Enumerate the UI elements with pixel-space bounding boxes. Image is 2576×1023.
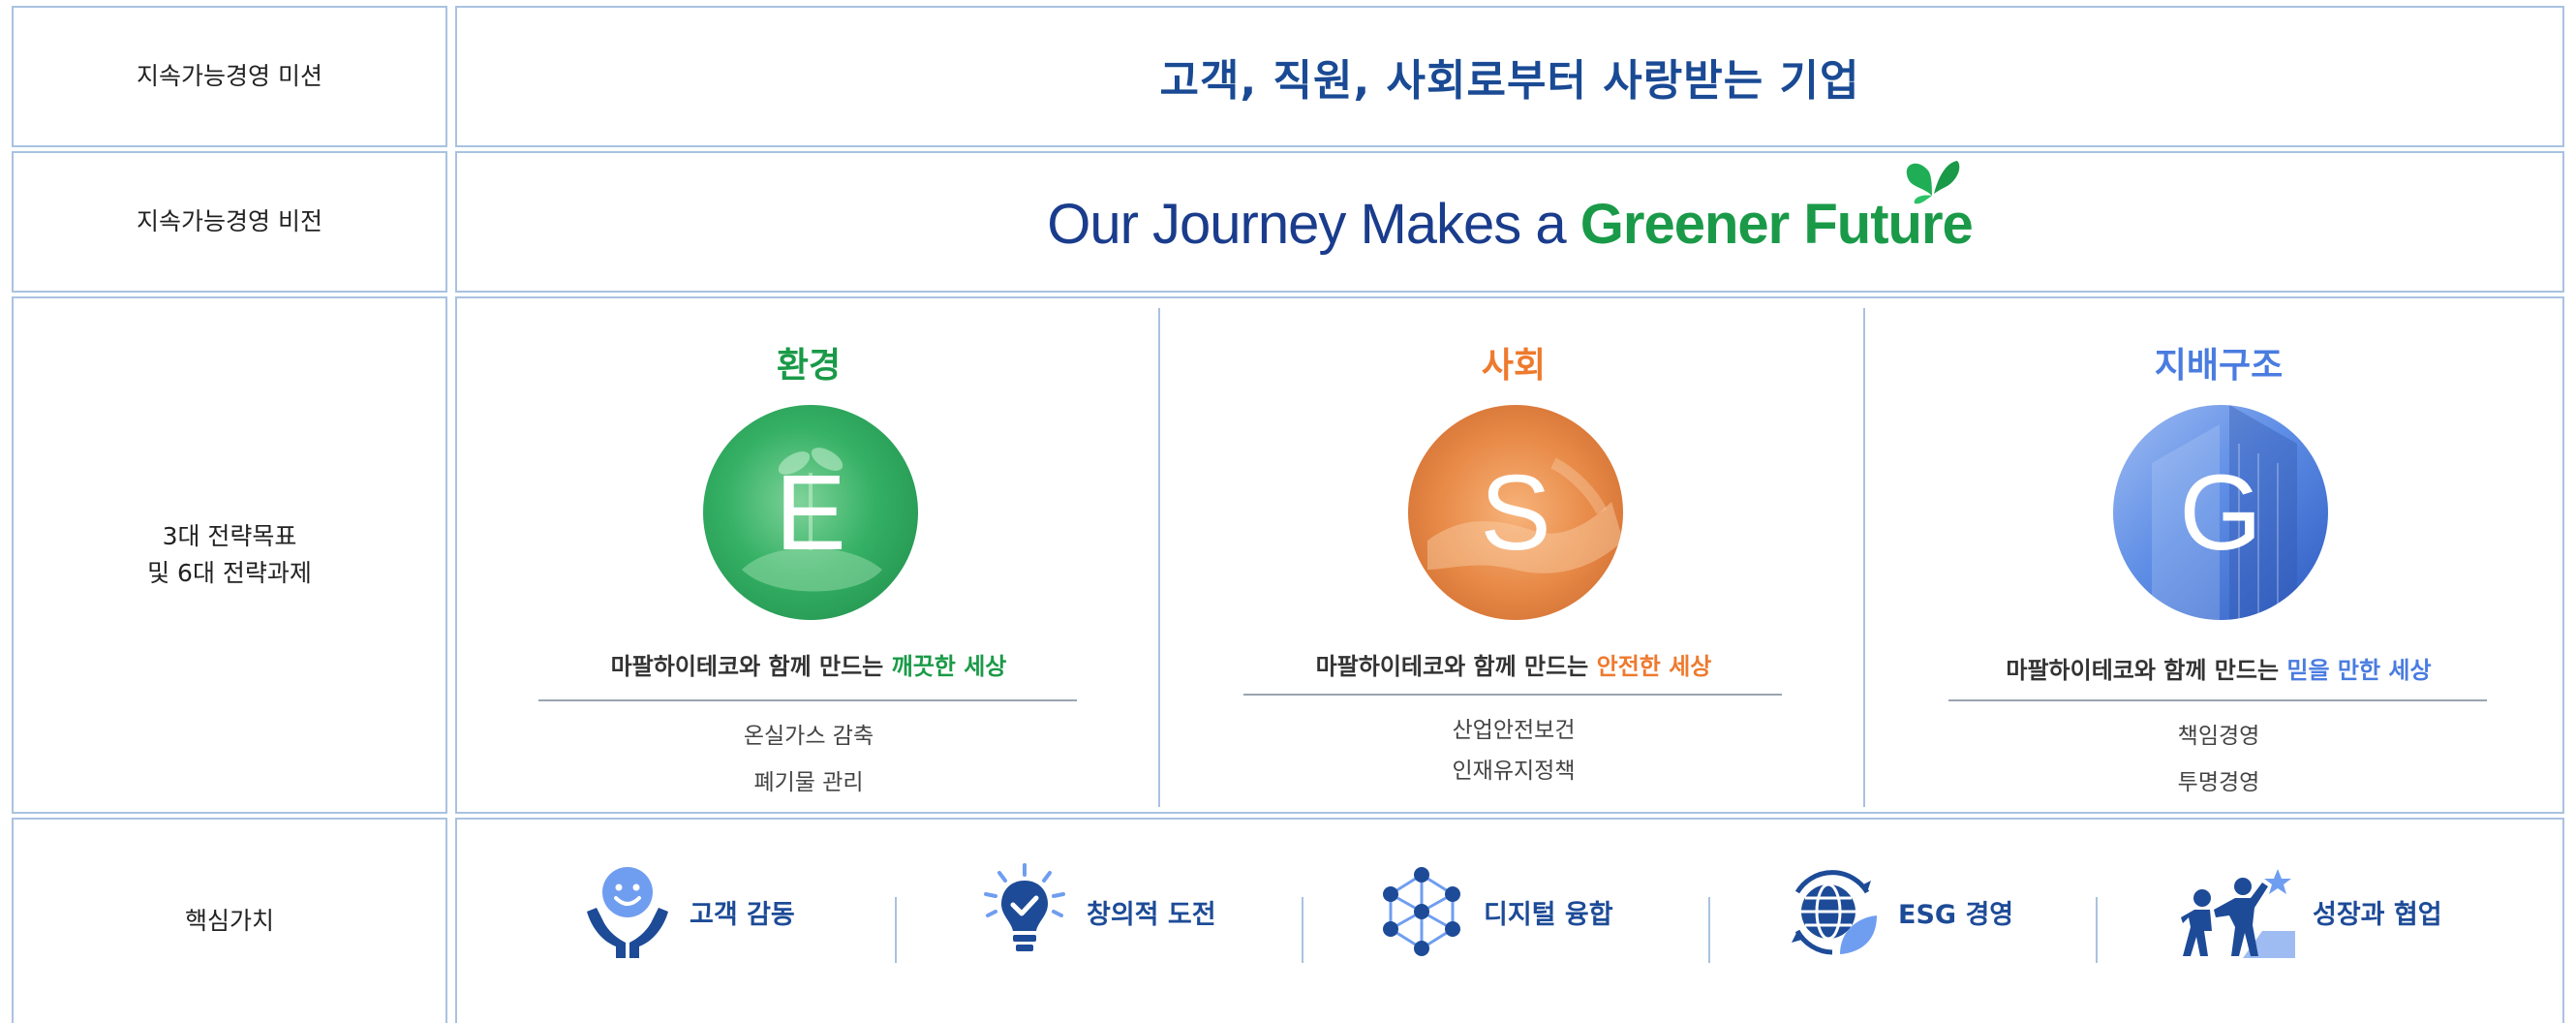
value-label: 디지털 융합 — [1484, 899, 1613, 930]
value-label: 창의적 도전 — [1087, 899, 1216, 930]
pillar-description: 마팔하이테코와 함께 만드는 깨끗한 세상 — [457, 647, 1160, 681]
vision-label: 지속가능경영 비전 — [12, 151, 447, 293]
values-label: 핵심가치 — [12, 818, 447, 1023]
values-cell: 고객 감동 창의적 도전 디지털 융합 ESG 경영 성장과 협업 — [455, 818, 2564, 1023]
desc-highlight: 믿을 만한 세상 — [2286, 657, 2432, 684]
pillar-letter: S — [1480, 452, 1551, 573]
values-row: 핵심가치 고객 감동 창의적 도전 디지털 융합 ESG 경영 성장과 협업 — [12, 818, 2564, 1023]
mission-text: 고객, 직원, 사회로부터 사랑받는 기업 — [1159, 56, 1860, 106]
pillar-title: 환경 — [776, 346, 842, 386]
desc-prefix: 마팔하이테코와 함께 만드는 — [1315, 653, 1597, 680]
mission-cell: 고객, 직원, 사회로부터 사랑받는 기업 — [455, 6, 2564, 147]
globe-leaf-icon — [1792, 870, 1877, 955]
pillar-title: 사회 — [1481, 346, 1547, 386]
task-item: 책임경영 — [2177, 724, 2260, 749]
value-separator — [2096, 897, 2098, 963]
mission-row: 지속가능경영 미션 고객, 직원, 사회로부터 사랑받는 기업 — [12, 6, 2564, 147]
value-item-creative: 창의적 도전 — [980, 858, 1216, 965]
butterfly-icon — [1906, 161, 1960, 204]
desc-highlight: 깨끗한 세상 — [891, 653, 1007, 680]
social-image: S — [1408, 405, 1623, 620]
governance-image: G — [2113, 405, 2328, 620]
vision-cell: Our Journey Makes a Greener Future — [455, 151, 2564, 293]
value-label: 고객 감동 — [690, 899, 795, 930]
network-nodes-icon — [1383, 867, 1460, 956]
goals-row: 3대 전략목표 및 6대 전략과제 환경 E 마팔하이테코와 함께 만드는 깨끗… — [12, 296, 2564, 814]
mission-label: 지속가능경영 미션 — [12, 6, 447, 147]
desc-prefix: 마팔하이테코와 함께 만드는 — [2006, 657, 2287, 684]
desc-highlight: 안전한 세상 — [1596, 653, 1712, 680]
goals-label-line2: 및 6대 전략과제 — [147, 559, 312, 587]
goals-label: 3대 전략목표 및 6대 전략과제 — [12, 296, 447, 814]
value-separator — [1302, 897, 1303, 963]
pillar-description: 마팔하이테코와 함께 만드는 믿을 만한 세상 — [1867, 651, 2570, 685]
divider — [1948, 699, 2487, 701]
value-separator — [1708, 897, 1710, 963]
pillar-governance: 지배구조 G 마팔하이테코와 함께 만드는 믿을 만한 세상 책임경영 투명경영 — [1867, 298, 2570, 812]
value-item-growth: 성장과 협업 — [2181, 858, 2442, 965]
task-item: 인재유지정책 — [1452, 759, 1576, 784]
climbing-people-icon — [2181, 869, 2295, 958]
pillar-social: 사회 S 마팔하이테코와 함께 만드는 안전한 세상 산업안전보건 인재유지정책 — [1162, 298, 1865, 812]
vision-row: 지속가능경영 비전 Our Journey Makes a Greener Fu… — [12, 151, 2564, 293]
task-item: 산업안전보건 — [1452, 718, 1576, 743]
value-label: 성장과 협업 — [2313, 899, 2442, 930]
column-divider — [1863, 308, 1865, 807]
divider — [538, 699, 1077, 701]
pillar-letter: E — [775, 452, 846, 573]
task-item: 투명경영 — [2177, 770, 2260, 795]
smiley-hands-icon — [587, 867, 668, 958]
divider — [1243, 694, 1782, 696]
value-separator — [895, 897, 897, 963]
pillar-environment: 환경 E 마팔하이테코와 함께 만드는 깨끗한 세상 온실가스 감축 폐기물 관… — [457, 298, 1160, 812]
column-divider — [1158, 308, 1160, 807]
value-item-customer: 고객 감동 — [583, 858, 795, 965]
desc-prefix: 마팔하이테코와 함께 만드는 — [610, 653, 892, 680]
pillar-letter: G — [2179, 452, 2262, 573]
lightbulb-check-icon — [984, 863, 1065, 951]
value-label: ESG 경영 — [1898, 899, 2014, 930]
pillar-description: 마팔하이테코와 함께 만드는 안전한 세상 — [1162, 647, 1865, 681]
task-item: 온실가스 감축 — [743, 724, 874, 749]
pillar-title: 지배구조 — [2154, 346, 2284, 386]
value-item-digital: 디지털 융합 — [1377, 858, 1613, 965]
vision-text-main: Our Journey Makes a — [1047, 193, 1580, 256]
environment-image: E — [703, 405, 918, 620]
task-item: 폐기물 관리 — [753, 770, 864, 795]
value-item-esg: ESG 경영 — [1784, 858, 2013, 965]
goals-label-line1: 3대 전략목표 — [162, 522, 297, 550]
goals-cell: 환경 E 마팔하이테코와 함께 만드는 깨끗한 세상 온실가스 감축 폐기물 관… — [455, 296, 2564, 814]
vision-text: Our Journey Makes a Greener Future — [457, 192, 2562, 257]
